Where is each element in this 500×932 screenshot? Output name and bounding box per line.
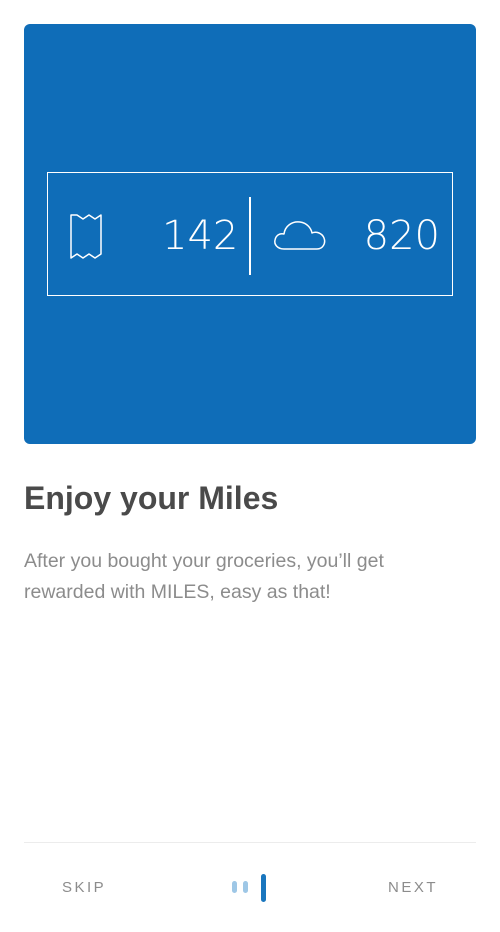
stats-divider <box>249 197 251 275</box>
stats-box: 142 820 <box>47 172 453 296</box>
footer-divider <box>24 842 476 843</box>
next-button[interactable]: NEXT <box>388 876 438 900</box>
page-title: Enjoy your Miles <box>24 480 279 516</box>
page-description: After you bought your groceries, you’ll … <box>24 550 384 603</box>
skip-button[interactable]: SKIP <box>62 876 106 900</box>
miles-count: 820 <box>363 213 440 259</box>
page-indicator-dot-active <box>261 874 266 902</box>
receipts-count: 142 <box>162 213 239 259</box>
page-indicator <box>232 872 272 906</box>
cloud-icon <box>274 221 326 250</box>
page-indicator-dot <box>232 881 237 893</box>
receipt-icon <box>70 214 102 259</box>
onboarding-hero-card: 142 820 <box>24 24 476 444</box>
page-indicator-dot <box>243 881 248 893</box>
